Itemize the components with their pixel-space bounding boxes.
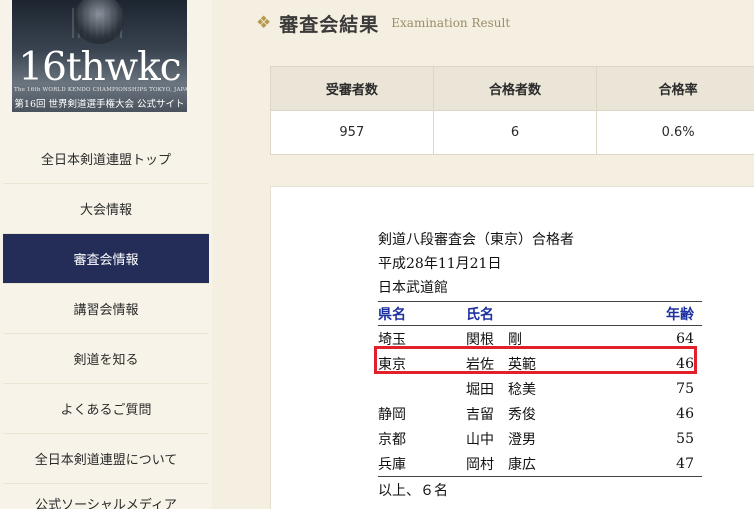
nav-item-social-media[interactable]: 公式ソーシャルメディア <box>3 484 209 509</box>
doc-title: 剣道八段審査会（東京）合格者 <box>378 232 574 248</box>
results-document: 剣道八段審査会（東京）合格者 平成28年11月21日 日本武道館 県名 氏名 年… <box>374 228 714 503</box>
row-name: 吉留 秀俊 <box>466 407 536 423</box>
logo-subtitle-en: The 16th WORLD KENDO CHAMPIONSHIPS TOKYO… <box>14 87 187 93</box>
table-row: 東京 岩佐 英範 46 <box>378 352 702 377</box>
table-row: 兵庫 岡村 康広 47 <box>378 451 702 477</box>
row-age: 55 <box>676 431 694 447</box>
row-age: 46 <box>676 406 694 422</box>
stats-value-pass-rate: 0.6% <box>596 110 754 155</box>
stats-header-pass-rate: 合格率 <box>596 66 754 111</box>
nav-item-about-ajkf[interactable]: 全日本剣道連盟について <box>3 434 209 484</box>
stats-value-passed: 6 <box>432 110 598 155</box>
logo-main-text: 16thwkc <box>18 45 181 90</box>
nav-item-ajkf-top[interactable]: 全日本剣道連盟トップ <box>3 134 209 184</box>
col-header-name: 氏名 <box>466 301 642 326</box>
passers-table: 県名 氏名 年齢 埼玉 関根 剛 64 東京 岩佐 英範 46 堀田 稔美 75… <box>378 301 702 477</box>
col-header-age: 年齢 <box>642 301 702 326</box>
nav-item-seminar-info[interactable]: 講習会情報 <box>3 284 209 334</box>
row-age: 46 <box>676 356 694 372</box>
nav-item-tournament-info[interactable]: 大会情報 <box>3 184 209 234</box>
row-prefecture: 兵庫 <box>378 451 466 477</box>
doc-venue: 日本武道館 <box>378 280 448 296</box>
row-age: 64 <box>676 330 694 347</box>
page-title: 審査会結果 <box>279 13 380 36</box>
row-name: 堀田 稔美 <box>466 382 536 398</box>
doc-footer-count: 以上、６名 <box>378 483 448 499</box>
stats-header-passed: 合格者数 <box>432 66 598 111</box>
row-prefecture: 埼玉 <box>378 331 406 348</box>
col-header-prefecture: 県名 <box>378 301 466 326</box>
nav-item-about-kendo[interactable]: 剣道を知る <box>3 334 209 384</box>
results-document-panel: 剣道八段審査会（東京）合格者 平成28年11月21日 日本武道館 県名 氏名 年… <box>270 186 754 509</box>
row-prefecture: 京都 <box>378 432 406 448</box>
sidebar-nav: 全日本剣道連盟トップ 大会情報 審査会情報 講習会情報 剣道を知る よくあるご質… <box>3 134 209 509</box>
stats-header-examinees: 受審者数 <box>270 66 434 111</box>
nav-item-faq[interactable]: よくあるご質問 <box>3 384 209 434</box>
sidebar: 16thwkc The 16th WORLD KENDO CHAMPIONSHI… <box>0 0 212 509</box>
row-prefecture: 東京 <box>378 357 406 373</box>
doc-date: 平成28年11月21日 <box>378 256 502 272</box>
main-content: ❖ 審査会結果 Examination Result 受審者数 合格者数 合格率… <box>212 0 754 509</box>
row-name: 岩佐 英範 <box>466 357 536 373</box>
table-row: 埼玉 関根 剛 64 <box>378 326 702 352</box>
row-name: 関根 剛 <box>466 331 522 348</box>
row-name: 岡村 康広 <box>466 451 642 477</box>
logo-subtitle-ja: 第16回 世界剣道選手権大会 公式サイト <box>14 99 185 110</box>
nav-item-examination-info[interactable]: 審査会情報 <box>3 234 209 284</box>
row-prefecture <box>378 377 466 402</box>
diamond-ornament-icon: ❖ <box>256 13 272 33</box>
row-age: 75 <box>676 381 694 397</box>
table-row: 堀田 稔美 75 <box>378 377 702 402</box>
row-name: 山中 澄男 <box>466 432 536 448</box>
table-row: 京都 山中 澄男 55 <box>378 427 702 452</box>
exam-stats-table: 受審者数 合格者数 合格率 957 6 0.6% <box>270 66 754 155</box>
row-prefecture: 静岡 <box>378 407 406 423</box>
page-title-en: Examination Result <box>391 16 511 30</box>
page-title-row: ❖ 審査会結果 Examination Result <box>256 8 510 38</box>
table-row: 静岡 吉留 秀俊 46 <box>378 402 702 427</box>
stats-value-examinees: 957 <box>270 110 434 155</box>
site-logo[interactable]: 16thwkc The 16th WORLD KENDO CHAMPIONSHI… <box>12 0 187 112</box>
row-age: 47 <box>642 451 702 477</box>
